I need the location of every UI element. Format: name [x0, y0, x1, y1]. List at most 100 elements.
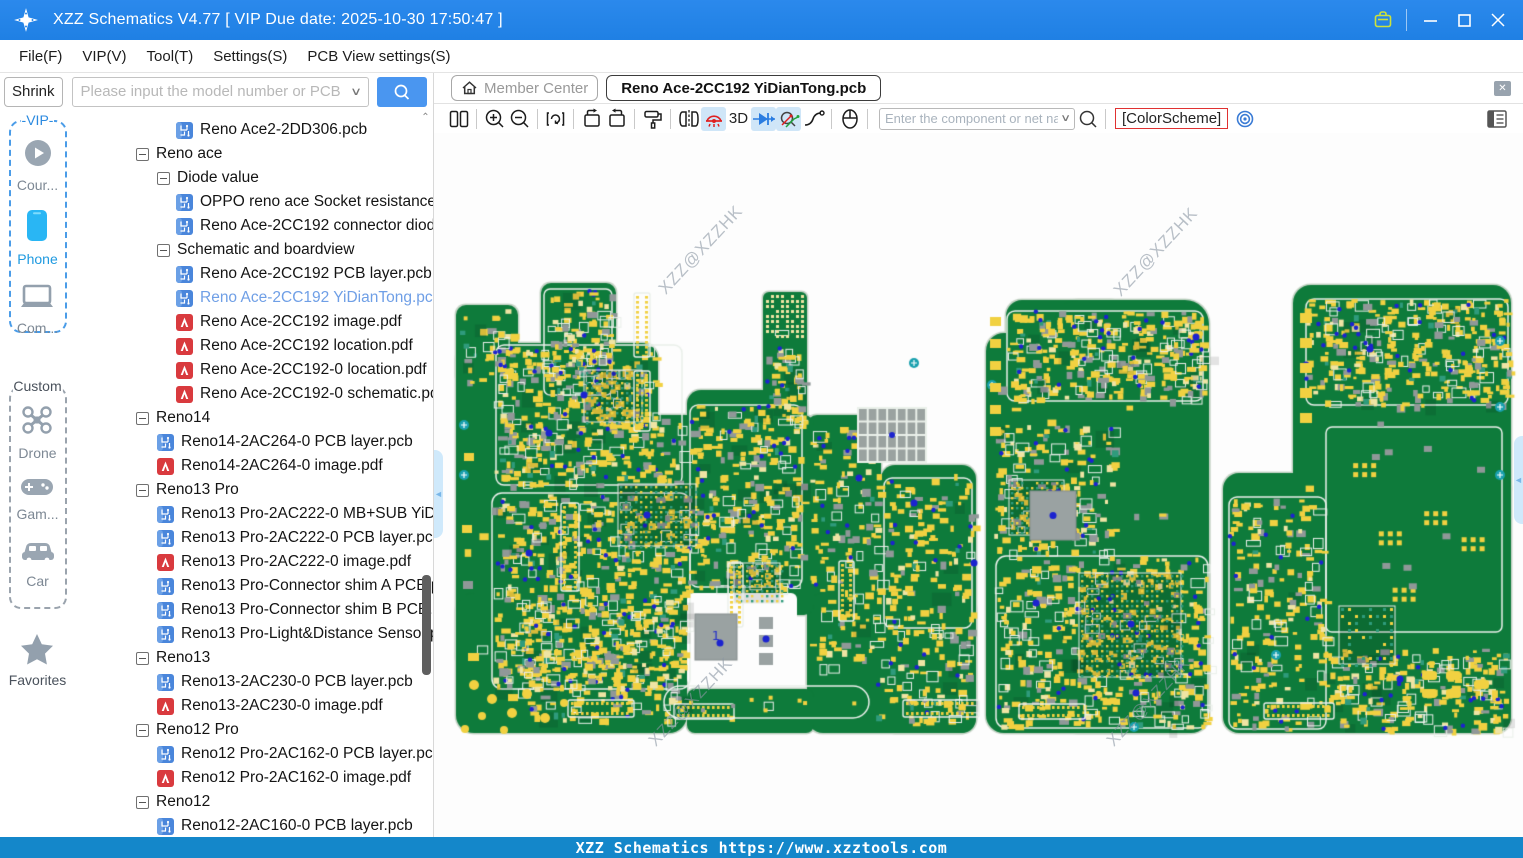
tree-item[interactable]: Reno12 Pro-2AC162-0 image.pdf — [75, 766, 433, 790]
collapse-minus-icon[interactable] — [157, 244, 170, 257]
tree-item[interactable]: Reno13 Pro-Connector shim B PCB.pcb — [75, 598, 433, 622]
vip-briefcase-icon[interactable] — [1366, 0, 1400, 40]
close-button[interactable] — [1481, 0, 1515, 40]
pcb-file-icon — [176, 122, 193, 139]
collapse-panel-left-handle[interactable]: ◄ — [434, 450, 443, 538]
tree-item[interactable]: Reno Ace-2CC192 location.pdf — [75, 334, 433, 358]
collapse-minus-icon[interactable] — [136, 148, 149, 161]
scroll-up-arrow[interactable]: ⌃ — [420, 112, 431, 124]
colorscheme-button[interactable]: [ColorScheme] — [1115, 108, 1228, 129]
split-view-icon[interactable] — [446, 107, 471, 131]
minimize-button[interactable] — [1413, 0, 1447, 40]
tree-item[interactable]: Reno14-2AC264-0 PCB layer.pcb — [75, 430, 433, 454]
tree-item[interactable]: Reno Ace-2CC192-0 schematic.pdf — [75, 382, 433, 406]
menu-toolt[interactable]: Tool(T) — [137, 48, 204, 65]
mode-3d-label-icon[interactable]: 3D — [726, 107, 751, 131]
tree-item[interactable]: Reno13-2AC230-0 PCB layer.pcb — [75, 670, 433, 694]
member-center-button[interactable]: Member Center — [451, 75, 598, 101]
menu-filef[interactable]: File(F) — [9, 48, 72, 65]
layers-panel-icon[interactable] — [1484, 107, 1509, 131]
tree-item[interactable]: OPPO reno ace Socket resistance.pcb — [75, 190, 433, 214]
tree-group[interactable]: Schematic and boardview — [75, 238, 433, 262]
collapse-minus-icon[interactable] — [136, 484, 149, 497]
tree-item[interactable]: Reno12 Pro-2AC162-0 PCB layer.pcb — [75, 742, 433, 766]
collapse-minus-icon[interactable] — [136, 412, 149, 425]
collapse-minus-icon[interactable] — [136, 652, 149, 665]
menu-pcbviewsettingss[interactable]: PCB View settings(S) — [297, 48, 460, 65]
tree-item[interactable]: Reno Ace-2CC192 YiDianTong.pcb — [75, 286, 433, 310]
menu-settingss[interactable]: Settings(S) — [203, 48, 297, 65]
eye-visibility-icon[interactable] — [1232, 107, 1257, 131]
tree-item[interactable]: Reno Ace-2CC192 connector diode.pcb — [75, 214, 433, 238]
probe-icon[interactable] — [776, 107, 801, 131]
component-search-input[interactable]: Enter the component or net name∨ — [879, 108, 1075, 130]
tree-item[interactable]: Reno Ace2-2DD306.pcb — [75, 118, 433, 142]
open-file-tab[interactable]: Reno Ace-2CC192 YiDianTong.pcb — [606, 75, 881, 101]
pcb-file-icon — [157, 434, 174, 451]
collapse-minus-icon[interactable] — [136, 724, 149, 737]
paint-roller-icon[interactable] — [640, 107, 665, 131]
drone-icon — [20, 404, 54, 441]
tree-item[interactable]: Reno Ace-2CC192 image.pdf — [75, 310, 433, 334]
left-rail: -VIP-Cour...PhoneCom...CustomDroneGam...… — [0, 110, 75, 837]
collapse-minus-icon[interactable] — [157, 172, 170, 185]
pcb-viewport[interactable]: XZZ@XZZHK XZZ@XZZHK XZZ@XZZHK XZZ@XZZHK … — [434, 133, 1523, 837]
star-icon — [20, 633, 54, 670]
tree-group[interactable]: Diode value — [75, 166, 433, 190]
chevron-down-icon[interactable]: ∨ — [350, 85, 362, 98]
gamepad-icon — [20, 477, 54, 502]
collapse-panel-right-handle[interactable]: ◄ — [1514, 436, 1523, 524]
tree-item[interactable]: Reno13 Pro-Connector shim A PCB.pcb — [75, 574, 433, 598]
rotate-right-icon[interactable] — [604, 107, 629, 131]
shrink-button[interactable]: Shrink — [4, 77, 63, 107]
file-tree: ⌃ Reno Ace2-2DD306.pcbReno aceDiode valu… — [75, 110, 433, 837]
rail-item-play[interactable]: Cour... — [17, 138, 58, 193]
rotate-refresh-icon[interactable] — [543, 107, 568, 131]
rail-item-drone[interactable]: Drone — [18, 404, 56, 461]
search-button[interactable] — [377, 77, 427, 107]
tree-item[interactable]: Reno13-2AC230-0 image.pdf — [75, 694, 433, 718]
rail-item-car[interactable]: Car — [20, 538, 56, 589]
tree-item[interactable]: Reno13 Pro-2AC222-0 image.pdf — [75, 550, 433, 574]
collapse-minus-icon[interactable] — [136, 796, 149, 809]
pcb-file-icon — [157, 626, 174, 643]
tree-group[interactable]: Reno13 — [75, 646, 433, 670]
mouse-icon[interactable] — [837, 107, 862, 131]
net-search-icon[interactable] — [1075, 107, 1100, 131]
tree-item[interactable]: Reno Ace-2CC192 PCB layer.pcb — [75, 262, 433, 286]
tree-group[interactable]: Reno ace — [75, 142, 433, 166]
car-icon — [20, 538, 56, 569]
pcb-canvas[interactable] — [434, 133, 1523, 837]
maximize-button[interactable] — [1447, 0, 1481, 40]
pcb-file-icon — [157, 674, 174, 691]
zoom-in-icon[interactable] — [482, 107, 507, 131]
tree-item[interactable]: Reno Ace-2CC192-0 location.pdf — [75, 358, 433, 382]
tree-group[interactable]: Reno13 Pro — [75, 478, 433, 502]
tree-item[interactable]: Reno13 Pro-2AC222-0 MB+SUB YiDianTong.pc… — [75, 502, 433, 526]
pcb-file-icon — [157, 530, 174, 547]
close-view-icon[interactable]: ✕ — [1494, 81, 1511, 96]
tree-group[interactable]: Reno14 — [75, 406, 433, 430]
lamp-icon[interactable] — [701, 107, 726, 131]
chevron-down-icon[interactable]: ∨ — [1060, 113, 1071, 124]
play-icon — [23, 138, 53, 173]
favorites-item[interactable]: Favorites — [9, 633, 67, 688]
flip-horizontal-icon[interactable] — [676, 107, 701, 131]
rail-item-phone[interactable]: Phone — [17, 209, 57, 267]
rail-item-computer[interactable]: Com... — [17, 283, 58, 336]
tree-scrollbar-thumb[interactable] — [422, 575, 431, 675]
tree-item[interactable]: Reno13 Pro-Light&Distance Sensor.pcb — [75, 622, 433, 646]
tree-group[interactable]: Reno12 — [75, 790, 433, 814]
tree-item[interactable]: Reno14-2AC264-0 image.pdf — [75, 454, 433, 478]
diode-icon[interactable] — [751, 107, 776, 131]
model-search-input[interactable]: Please input the model number or PCB ∨ — [72, 77, 369, 107]
menu-vipv[interactable]: VIP(V) — [72, 48, 136, 65]
tree-item[interactable]: Reno12-2AC160-0 PCB layer.pcb — [75, 814, 433, 837]
tree-item[interactable]: Reno13 Pro-2AC222-0 PCB layer.pcb — [75, 526, 433, 550]
rotate-left-icon[interactable] — [579, 107, 604, 131]
measure-curve-icon[interactable] — [801, 107, 826, 131]
tree-group[interactable]: Reno12 Pro — [75, 718, 433, 742]
pcb-file-icon — [157, 818, 174, 835]
zoom-out-icon[interactable] — [507, 107, 532, 131]
rail-item-gamepad[interactable]: Gam... — [16, 477, 58, 522]
